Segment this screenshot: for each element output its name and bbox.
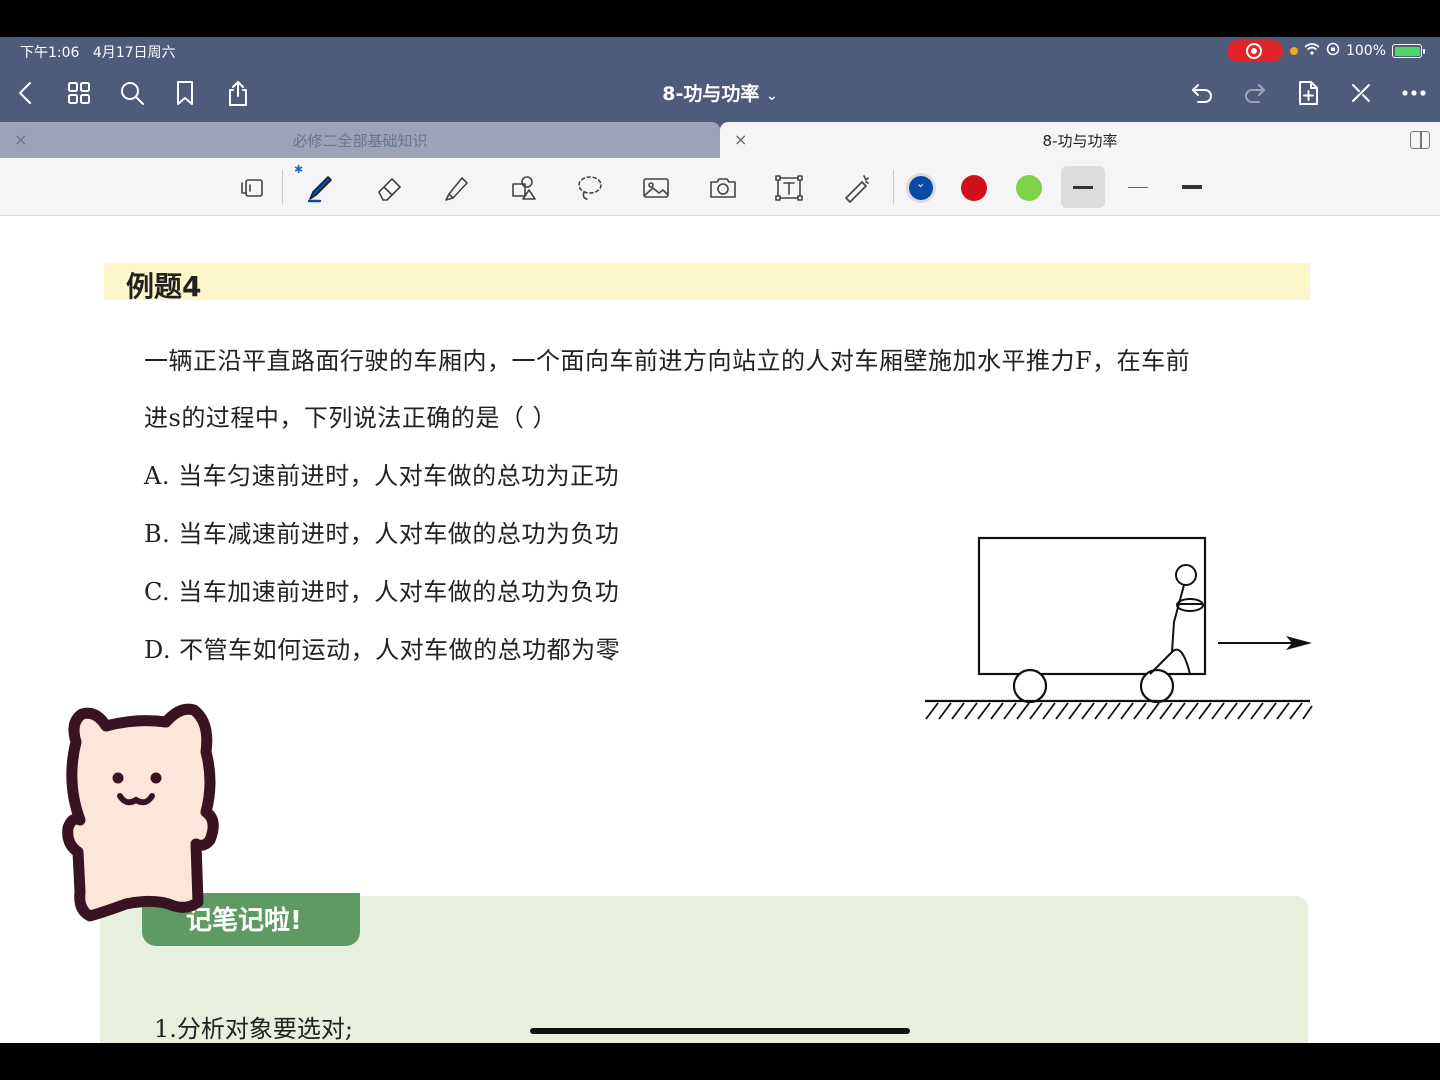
grid-view-button[interactable] (61, 75, 97, 111)
stroke-medium-icon[interactable] (1073, 186, 1093, 189)
status-date: 4月17日周六 (92, 45, 176, 61)
tab-basic-knowledge[interactable]: × 必修二全部基础知识 (0, 122, 720, 158)
document-title-button[interactable]: 8-功与功率 ⌄ (662, 83, 777, 105)
question-line-2: 进s的过程中，下列说法正确的是（ ） (144, 404, 557, 432)
image-icon[interactable] (636, 169, 676, 207)
wifi-icon (1304, 43, 1320, 59)
stroke-thick-icon[interactable] (1182, 185, 1202, 189)
option-a: A. 当车匀速前进时，人对车做的总功为正功 (144, 462, 620, 490)
example-header: 例题4 (104, 263, 1310, 303)
color-blue-swatch[interactable]: ⌄ (909, 176, 933, 200)
page-flip-icon[interactable] (232, 169, 272, 207)
battery-icon (1392, 44, 1425, 58)
status-time: 下午1:06 (20, 45, 80, 61)
color-green-swatch[interactable] (1016, 175, 1042, 201)
bluetooth-icon: ✱ (294, 163, 304, 176)
orientation-lock-icon (1326, 42, 1340, 60)
chevron-down-icon: ⌄ (916, 177, 926, 190)
question-line-1: 一辆正沿平直路面行驶的车厢内，一个面向车前进方向站立的人对车厢壁施加水平推力F，… (144, 347, 1191, 375)
shapes-icon[interactable] (503, 169, 543, 207)
toolbar-divider (893, 170, 894, 204)
option-c: C. 当车加速前进时，人对车做的总功为负功 (144, 578, 620, 606)
chevron-down-icon: ⌄ (766, 88, 778, 104)
close-toolbar-button[interactable] (1343, 75, 1379, 111)
drawing-toolbar: ✱ ⌄ (0, 158, 1440, 216)
search-button[interactable] (114, 75, 150, 111)
color-red-swatch[interactable] (961, 175, 987, 201)
document-tabs: × 必修二全部基础知识 × 8-功与功率 (0, 122, 1440, 158)
document-title: 8-功与功率 ⌄ (0, 79, 1440, 106)
highlighter-icon[interactable] (437, 169, 477, 207)
battery-percent: 100% (1345, 43, 1386, 59)
status-time-date: 下午1:06 4月17日周六 (20, 42, 176, 62)
status-right: 100% (1289, 42, 1425, 60)
screen-recording-indicator[interactable] (1227, 40, 1283, 62)
document-title-text: 8-功与功率 (662, 83, 760, 105)
tab-label: 8-功与功率 (1042, 131, 1118, 150)
add-page-button[interactable] (1290, 75, 1326, 111)
lasso-icon[interactable] (570, 169, 610, 207)
option-b: B. 当车减速前进时，人对车做的总功为负功 (144, 520, 620, 548)
example-title: 例题4 (126, 270, 202, 303)
text-icon[interactable] (769, 169, 809, 207)
close-tab-icon[interactable]: × (734, 130, 747, 149)
mic-indicator-icon (1289, 47, 1298, 55)
option-d: D. 不管车如何运动，人对车做的总功都为零 (144, 636, 621, 664)
back-button[interactable] (8, 75, 44, 111)
share-button[interactable] (220, 75, 256, 111)
bookmark-button[interactable] (167, 75, 203, 111)
undo-button[interactable] (1184, 75, 1220, 111)
more-options-button[interactable] (1396, 75, 1432, 111)
close-tab-icon[interactable]: × (14, 130, 27, 149)
note-item-1: 1.分析对象要选对; (154, 1015, 353, 1043)
toolbar-divider (282, 170, 283, 204)
home-indicator[interactable] (530, 1028, 910, 1034)
document-page[interactable]: 例题4 一辆正沿平直路面行驶的车厢内，一个面向车前进方向站立的人对车厢壁施加水平… (0, 217, 1440, 1043)
laser-pointer-icon[interactable] (836, 169, 876, 207)
cart-push-diagram (925, 536, 1313, 720)
split-view-icon[interactable] (1410, 131, 1430, 149)
tab-work-and-power[interactable]: × 8-功与功率 (720, 122, 1440, 158)
pen-icon[interactable]: ✱ (294, 163, 340, 207)
top-bar: 下午1:06 4月17日周六 100% 8-功与功率 ⌄ (0, 37, 1440, 122)
eraser-icon[interactable] (370, 169, 410, 207)
camera-icon[interactable] (703, 169, 743, 207)
ipad-screen: 下午1:06 4月17日周六 100% 8-功与功率 ⌄ × 必修二全部基础知识… (0, 37, 1440, 1043)
tab-label: 必修二全部基础知识 (292, 131, 428, 150)
cat-sticker[interactable] (56, 692, 226, 932)
stroke-thin-icon[interactable] (1128, 187, 1148, 188)
redo-button[interactable] (1237, 75, 1273, 111)
